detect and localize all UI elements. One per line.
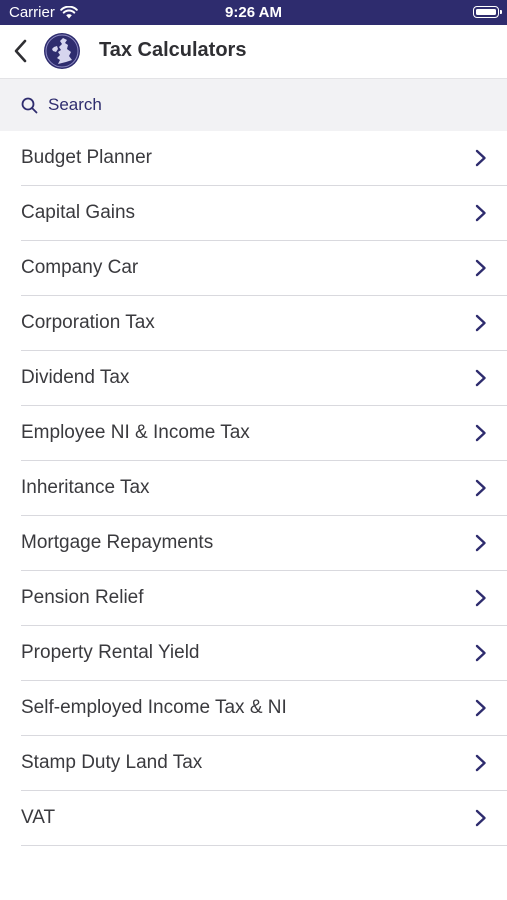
chevron-right-icon (475, 644, 486, 662)
search-icon (21, 97, 38, 113)
calculator-list: Budget Planner Capital Gains Company Car… (0, 131, 507, 846)
list-item-capital-gains[interactable]: Capital Gains (21, 186, 507, 241)
search-bar[interactable]: Search (0, 79, 507, 131)
list-item-label: Company Car (21, 257, 139, 278)
list-item-budget-planner[interactable]: Budget Planner (21, 131, 507, 186)
chevron-right-icon (475, 204, 486, 222)
list-item-corporation-tax[interactable]: Corporation Tax (21, 296, 507, 351)
chevron-right-icon (475, 259, 486, 277)
list-item-inheritance-tax[interactable]: Inheritance Tax (21, 461, 507, 516)
search-input[interactable]: Search (48, 95, 102, 115)
chevron-right-icon (475, 699, 486, 717)
list-item-company-car[interactable]: Company Car (21, 241, 507, 296)
back-button[interactable] (8, 36, 32, 66)
chevron-right-icon (475, 534, 486, 552)
list-item-vat[interactable]: VAT (21, 791, 507, 846)
list-item-property-rental-yield[interactable]: Property Rental Yield (21, 626, 507, 681)
list-item-mortgage-repayments[interactable]: Mortgage Repayments (21, 516, 507, 571)
list-item-label: Dividend Tax (21, 367, 130, 388)
chevron-right-icon (475, 369, 486, 387)
list-item-label: Pension Relief (21, 587, 144, 608)
chevron-right-icon (475, 424, 486, 442)
chevron-right-icon (475, 314, 486, 332)
navigation-bar: Tax Calculators (0, 25, 507, 79)
list-item-label: Property Rental Yield (21, 642, 200, 663)
chevron-right-icon (475, 754, 486, 772)
page-title: Tax Calculators (99, 39, 247, 61)
list-item-label: Budget Planner (21, 147, 152, 168)
list-item-self-employed-income-tax-ni[interactable]: Self-employed Income Tax & NI (21, 681, 507, 736)
status-bar: Carrier 9:26 AM (0, 0, 507, 25)
chevron-right-icon (475, 149, 486, 167)
list-item-label: Self-employed Income Tax & NI (21, 697, 287, 718)
app-logo (44, 33, 80, 69)
list-item-label: VAT (21, 807, 56, 828)
chevron-right-icon (475, 589, 486, 607)
list-item-label: Mortgage Repayments (21, 532, 214, 553)
chevron-left-icon (14, 39, 27, 63)
list-item-label: Corporation Tax (21, 312, 155, 333)
chevron-right-icon (475, 809, 486, 827)
chevron-right-icon (475, 479, 486, 497)
list-item-label: Employee NI & Income Tax (21, 422, 250, 443)
list-item-label: Stamp Duty Land Tax (21, 752, 203, 773)
list-item-employee-ni-income-tax[interactable]: Employee NI & Income Tax (21, 406, 507, 461)
britain-map-logo-icon (45, 34, 79, 68)
list-item-stamp-duty-land-tax[interactable]: Stamp Duty Land Tax (21, 736, 507, 791)
list-item-dividend-tax[interactable]: Dividend Tax (21, 351, 507, 406)
status-time: 9:26 AM (225, 4, 282, 21)
list-item-label: Capital Gains (21, 202, 136, 223)
list-item-label: Inheritance Tax (21, 477, 150, 498)
list-item-pension-relief[interactable]: Pension Relief (21, 571, 507, 626)
battery-icon (473, 6, 502, 18)
